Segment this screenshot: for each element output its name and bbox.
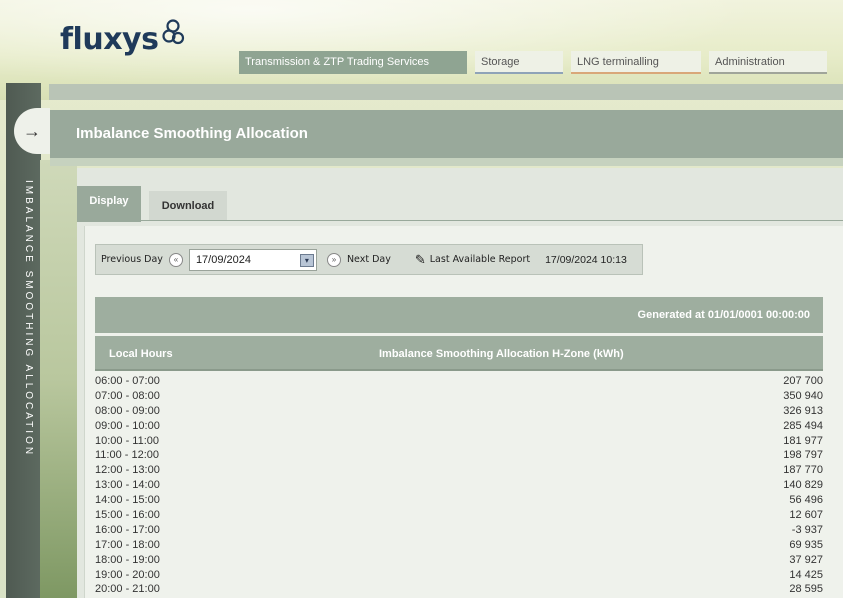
value-cell: 198 797 <box>783 449 823 462</box>
value-cell: 350 940 <box>783 389 823 402</box>
table-row: 06:00 - 07:00 207 700 <box>95 374 823 389</box>
header-divider <box>49 84 843 100</box>
value-cell: 181 977 <box>783 434 823 447</box>
generated-at-text: Generated at 01/01/0001 00:00:00 <box>637 309 810 321</box>
report-icon[interactable]: ✎ <box>415 252 426 268</box>
table-row: 10:00 - 11:00 181 977 <box>95 434 823 449</box>
nav-administration[interactable]: Administration <box>709 51 827 74</box>
table-body: 06:00 - 07:00 207 700 07:00 - 08:00 350 94… <box>95 374 823 597</box>
chevron-right-icon: » <box>331 255 337 264</box>
last-report-link[interactable]: Last Available Report <box>430 254 530 265</box>
logo-mark-icon <box>162 19 185 45</box>
value-cell: 207 700 <box>783 375 823 387</box>
value-cell: 187 770 <box>783 464 823 477</box>
date-toolbar: Previous Day « 17/09/2024 ▾ » Next Day ✎… <box>95 244 643 275</box>
tab-divider <box>77 220 843 221</box>
calendar-icon[interactable]: ▾ <box>299 253 314 267</box>
table-row: 08:00 - 09:00 326 913 <box>95 404 823 419</box>
table-row: 11:00 - 12:00 198 797 <box>95 448 823 463</box>
column-header-hours: Local Hours <box>109 348 173 360</box>
value-cell: 140 829 <box>783 479 823 492</box>
last-report-timestamp: 17/09/2024 10:13 <box>545 253 627 266</box>
value-cell: 285 494 <box>783 419 823 432</box>
column-header-allocation: Imbalance Smoothing Allocation H-Zone (k… <box>379 348 624 360</box>
hours-cell: 10:00 - 11:00 <box>95 434 160 447</box>
table-row: 07:00 - 08:00 350 940 <box>95 389 823 404</box>
next-day-label[interactable]: Next Day <box>347 254 391 265</box>
hours-cell: 06:00 - 07:00 <box>95 375 160 387</box>
hours-cell: 12:00 - 13:00 <box>95 464 160 477</box>
hours-cell: 20:00 - 21:00 <box>95 583 160 596</box>
table-header: Local Hours Imbalance Smoothing Allocati… <box>95 336 823 371</box>
value-cell: -3 937 <box>791 523 823 536</box>
table-row: 12:00 - 13:00 187 770 <box>95 463 823 478</box>
value-cell: 28 595 <box>789 583 823 596</box>
table-row: 14:00 - 15:00 56 496 <box>95 493 823 508</box>
hours-cell: 15:00 - 16:00 <box>95 509 160 522</box>
next-day-button[interactable]: » <box>326 252 341 267</box>
hours-cell: 16:00 - 17:00 <box>95 523 160 536</box>
table-row: 09:00 - 10:00 285 494 <box>95 419 823 434</box>
previous-day-button[interactable]: « <box>168 252 183 267</box>
table-row: 20:00 - 21:00 28 595 <box>95 582 823 597</box>
title-underline <box>50 158 843 166</box>
table-row: 19:00 - 20:00 14 425 <box>95 568 823 583</box>
value-cell: 14 425 <box>789 568 823 581</box>
background-image <box>40 160 77 598</box>
value-cell: 326 913 <box>783 404 823 417</box>
value-cell: 12 607 <box>789 509 823 522</box>
table-row: 16:00 - 17:00 -3 937 <box>95 523 823 538</box>
fluxys-logo[interactable]: fluxys <box>60 19 186 57</box>
date-value: 17/09/2024 <box>195 253 251 266</box>
value-cell: 56 496 <box>789 494 823 507</box>
generated-bar: Generated at 01/01/0001 00:00:00 <box>95 297 823 333</box>
hours-cell: 13:00 - 14:00 <box>95 479 160 492</box>
page-title: Imbalance Smoothing Allocation <box>76 125 308 142</box>
chevron-left-icon: « <box>173 255 179 264</box>
hours-cell: 19:00 - 20:00 <box>95 568 160 581</box>
previous-day-label[interactable]: Previous Day <box>101 254 163 265</box>
hours-cell: 18:00 - 19:00 <box>95 553 160 566</box>
nav-transmission[interactable]: Transmission & ZTP Trading Services <box>239 51 467 74</box>
tab-display[interactable]: Display <box>77 186 141 222</box>
nav-storage[interactable]: Storage <box>475 51 563 74</box>
hours-cell: 07:00 - 08:00 <box>95 389 160 402</box>
hours-cell: 08:00 - 09:00 <box>95 404 160 417</box>
hours-cell: 14:00 - 15:00 <box>95 494 160 507</box>
page-title-bar: Imbalance Smoothing Allocation <box>50 110 843 158</box>
date-input[interactable]: 17/09/2024 ▾ <box>188 248 317 271</box>
nav-lng-terminalling[interactable]: LNG terminalling <box>571 51 701 74</box>
value-cell: 69 935 <box>789 538 823 551</box>
hours-cell: 11:00 - 12:00 <box>95 449 160 462</box>
table-row: 13:00 - 14:00 140 829 <box>95 478 823 493</box>
table-row: 17:00 - 18:00 69 935 <box>95 538 823 553</box>
hours-cell: 17:00 - 18:00 <box>95 538 160 551</box>
hours-cell: 09:00 - 10:00 <box>95 419 160 432</box>
table-row: 18:00 - 19:00 37 927 <box>95 553 823 568</box>
tab-download[interactable]: Download <box>149 191 227 221</box>
table-row: 15:00 - 16:00 12 607 <box>95 508 823 523</box>
arrow-right-icon: → <box>23 120 41 141</box>
logo-text: fluxys <box>60 22 159 57</box>
value-cell: 37 927 <box>789 553 823 566</box>
sidebar-vertical-label: IMBALANCE SMOOTHING ALLOCATION <box>23 180 34 458</box>
